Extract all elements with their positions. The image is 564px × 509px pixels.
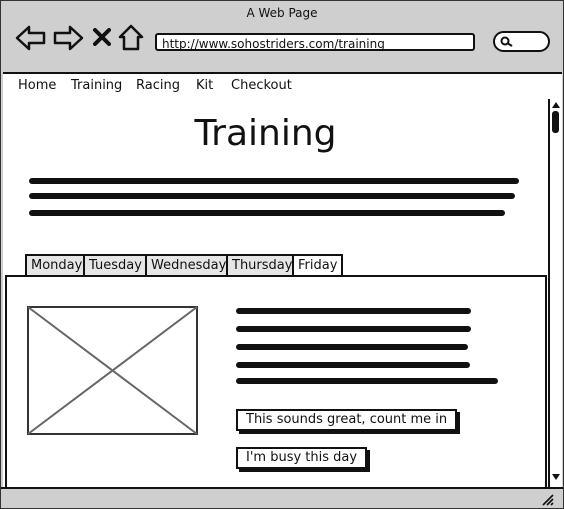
- nav-checkout[interactable]: Checkout: [231, 78, 292, 93]
- scroll-thumb[interactable]: [552, 111, 559, 133]
- back-arrow-icon[interactable]: [15, 25, 47, 51]
- text-line: [236, 326, 471, 332]
- page-title: Training: [194, 113, 337, 154]
- text-line: [29, 210, 505, 216]
- search-field[interactable]: [493, 31, 550, 52]
- tab-tuesday[interactable]: Tuesday: [83, 254, 148, 275]
- text-line: [236, 378, 498, 384]
- busy-button[interactable]: I'm busy this day: [236, 447, 368, 469]
- tab-thursday[interactable]: Thursday: [226, 254, 299, 275]
- tab-panel: This sounds great, count me in I'm busy …: [5, 275, 547, 487]
- scroll-down-icon[interactable]: [551, 473, 561, 481]
- search-icon: [500, 36, 513, 47]
- text-line: [236, 308, 471, 314]
- nav-kit[interactable]: Kit: [196, 78, 213, 93]
- join-button[interactable]: This sounds great, count me in: [236, 409, 458, 431]
- image-placeholder-icon: [27, 306, 198, 435]
- tab-monday[interactable]: Monday: [25, 254, 89, 275]
- status-bar: [1, 487, 563, 508]
- nav-training[interactable]: Training: [71, 78, 122, 93]
- window-title: A Web Page: [246, 6, 318, 20]
- forward-arrow-icon[interactable]: [52, 25, 84, 51]
- nav-home[interactable]: Home: [18, 78, 56, 93]
- tab-wednesday[interactable]: Wednesday: [145, 254, 233, 275]
- vertical-scrollbar[interactable]: [548, 99, 562, 487]
- text-line: [29, 193, 515, 199]
- close-stop-icon[interactable]: [93, 28, 111, 46]
- text-line: [29, 178, 519, 184]
- tab-friday[interactable]: Friday: [292, 254, 344, 275]
- address-bar[interactable]: http://www.sohostriders.com/training: [155, 33, 475, 51]
- text-line: [236, 362, 470, 368]
- page-content: Training Monday Tuesday Wednesday Thursd…: [3, 99, 548, 487]
- home-icon[interactable]: [118, 24, 144, 51]
- text-line: [236, 344, 468, 350]
- browser-toolbar: A Web Page http://www.sohostriders.com/t…: [1, 1, 563, 71]
- scroll-up-icon[interactable]: [551, 101, 561, 109]
- site-navigation: Home Training Racing Kit Checkout: [3, 72, 562, 101]
- resize-grip-icon[interactable]: [541, 493, 555, 506]
- browser-window: A Web Page http://www.sohostriders.com/t…: [0, 0, 564, 509]
- nav-racing[interactable]: Racing: [136, 78, 180, 93]
